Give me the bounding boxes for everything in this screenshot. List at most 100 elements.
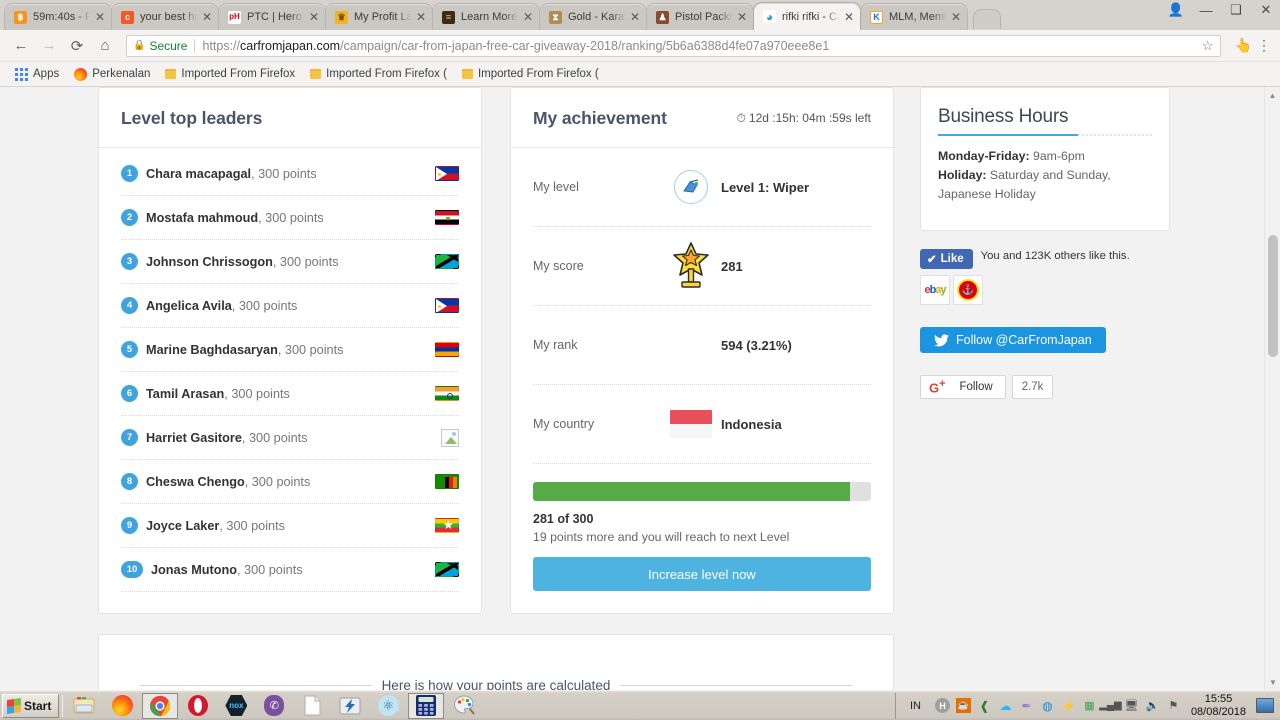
action-flag-icon[interactable]: ⚑ [1166,698,1181,713]
leader-row[interactable]: 1 Chara macapagal , 300 points [121,152,459,196]
bookmark-folder[interactable]: Imported From Firefox ( [305,66,452,82]
winamp-icon[interactable] [332,693,368,719]
tab-close-button[interactable]: ✕ [307,10,321,24]
scroll-down-arrow[interactable]: ▼ [1265,674,1280,690]
hangouts-icon[interactable]: H [934,698,950,713]
back-button[interactable]: ← [8,33,34,59]
photos-icon[interactable]: ▦ [1082,698,1097,713]
signal-bars-icon[interactable]: ▂▄▆ [1099,698,1121,713]
tab-close-button[interactable]: ✕ [735,10,749,24]
rank-badge: 7 [121,429,138,446]
browser-tab[interactable]: K MLM, Member ✕ [860,3,968,30]
tab-close-button[interactable]: ✕ [414,10,428,24]
leader-name: Angelica Avila [146,298,232,313]
bookmark-apps[interactable]: Apps [10,66,64,83]
progress-subtitle: 19 points more and you will reach to nex… [533,530,790,544]
browser-tab[interactable]: ♟ Pistol Packing ✕ [646,3,754,30]
points-explainer-text: Here is how your points are calculated [381,678,611,690]
tab-close-button[interactable]: ✕ [521,10,535,24]
page-scrollbar[interactable]: ▲ ▼ [1264,87,1280,690]
tab-close-button[interactable]: ✕ [200,10,214,24]
java-icon[interactable]: ☕ [955,698,971,713]
business-hours-lines: Monday-Friday: 9am-6pm Holiday: Saturday… [938,147,1152,204]
green-shield-icon[interactable]: ❰ [977,698,992,713]
minimize-button[interactable]: — [1196,3,1216,18]
browser-tab-active[interactable]: ◕ rifki rifki - Car ✕ [753,2,861,30]
address-bar[interactable]: 🔒 Secure https://carfromjapan.com/campai… [126,34,1221,57]
bookmark-folder[interactable]: Imported From Firefox [160,66,300,82]
opera-icon[interactable] [180,693,216,719]
bookmark-star-icon[interactable]: ☆ [1202,38,1214,54]
philippines-flag-icon [435,298,459,313]
scroll-up-arrow[interactable]: ▲ [1265,87,1280,103]
show-desktop-button[interactable] [1256,698,1274,713]
profile-avatar-icon[interactable]: 👤 [1166,2,1186,18]
start-label: Start [24,698,52,713]
windows-flag-icon [7,697,21,714]
nox-player-icon[interactable]: nox [218,693,254,719]
atom-icon[interactable]: ⚛ [370,693,406,719]
chrome-icon[interactable] [142,692,179,719]
achievement-row-rank: My rank 594 (3.21%) [533,306,871,385]
leader-points: , 300 points [251,166,317,181]
start-button[interactable]: Start [2,693,60,718]
google-plus-follow-button[interactable]: G+ Follow [920,375,1006,400]
my-country-label: My country [533,417,595,431]
idm-globe-icon[interactable]: ◍ [1040,698,1055,713]
leader-row[interactable]: 9 Joyce Laker , 300 points [121,504,459,548]
tab-close-button[interactable]: ✕ [842,10,856,24]
increase-level-button[interactable]: Increase level now [533,557,871,591]
browser-tab[interactable]: ≡ Learn More – T ✕ [432,3,540,30]
leader-row[interactable]: 2 Mostafa mahmoud , 300 points [121,196,459,240]
close-window-button[interactable]: ✕ [1256,2,1276,18]
browser-tab[interactable]: ♛ My Profit Land ✕ [325,3,433,30]
taskbar-clock[interactable]: 15:55 08/08/2018 [1187,693,1250,718]
leader-row[interactable]: 8 Cheswa Chengo , 300 points [121,460,459,504]
apps-grid-icon [15,67,28,81]
pen-icon[interactable]: ✒ [1019,698,1034,713]
browser-tab[interactable]: ⧗ Gold - Karatba ✕ [539,3,647,30]
scrollbar-thumb[interactable] [1268,235,1278,357]
calculator-icon[interactable] [408,692,445,719]
forward-button[interactable]: → [36,33,62,59]
leader-row[interactable]: 7 Harriet Gasitore , 300 points [121,416,459,460]
leader-row[interactable]: 6 Tamil Arasan , 300 points [121,372,459,416]
kebab-menu-icon[interactable]: ⋮ [1256,37,1272,54]
home-button[interactable]: ⌂ [92,33,118,59]
facebook-like-button[interactable]: ✔ Like [920,249,973,270]
leader-row[interactable]: 10 Jonas Mutono , 300 points [121,548,459,592]
maximize-button[interactable]: ❑ [1226,2,1246,18]
tab-close-button[interactable]: ✕ [628,10,642,24]
network-disconnected-icon[interactable]: 🖥 [1124,698,1139,713]
my-score-value: 281 [721,258,743,274]
leader-row[interactable]: 3 Johnson Chrissogon , 300 points [121,240,459,284]
notepad-document-icon[interactable] [294,693,330,719]
language-indicator[interactable]: IN [902,700,929,712]
leader-row[interactable]: 5 Marine Baghdasaryan , 300 points [121,328,459,372]
file-explorer-icon[interactable] [66,693,102,719]
cloud-sync-icon[interactable]: ☁ [998,698,1013,713]
bookmark-folder[interactable]: Imported From Firefox ( [457,66,604,82]
browser-tab[interactable]: c your best hub ✕ [111,3,219,30]
hand-icon[interactable]: 👆 [1235,37,1252,54]
reload-button[interactable]: ⟳ [64,33,90,59]
hourglass-icon: ⧗ [549,10,562,24]
tab-close-button[interactable]: ✕ [93,10,107,24]
twitter-follow-button[interactable]: Follow @CarFromJapan [920,327,1106,354]
leader-points: , 300 points [277,342,344,357]
bolt-icon[interactable]: ⚡ [1061,698,1076,713]
holiday-label: Holiday: [938,168,987,183]
new-tab-button[interactable] [973,9,1001,29]
tab-close-button[interactable]: ✕ [949,10,963,24]
zambia-flag-icon [435,474,459,489]
volume-icon[interactable]: 🔈 [1145,698,1160,713]
leader-row[interactable]: 4 Angelica Avila , 300 points [121,284,459,328]
paint-icon[interactable] [446,693,482,719]
firefox-icon[interactable] [104,693,140,719]
browser-tab[interactable]: ฿ 59m:40s - Free ✕ [4,3,112,30]
bookmark-perkenalan[interactable]: Perkenalan [69,66,155,83]
business-hours-card: Business Hours Monday-Friday: 9am-6pm Ho… [920,87,1170,232]
google-plus-label: Follow [959,381,993,394]
viber-icon[interactable]: ✆ [256,693,292,719]
browser-tab[interactable]: pH PTC | Hero ✕ [218,3,326,30]
